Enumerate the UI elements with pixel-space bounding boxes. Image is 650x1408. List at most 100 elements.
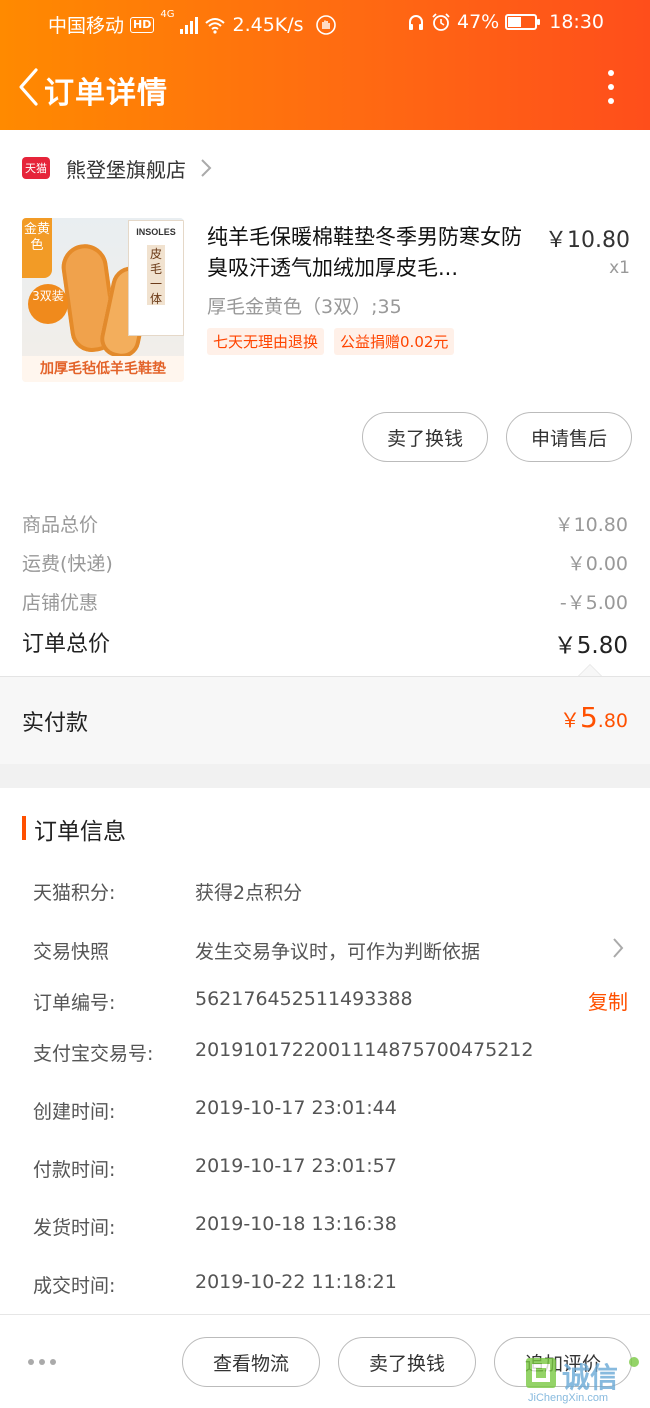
discount-label: 店铺优惠: [22, 592, 99, 614]
service-tags: 七天无理由退换 公益捐赠0.02元: [207, 328, 455, 355]
page-title: 订单详情: [44, 76, 168, 111]
info-value: 2019-10-17 23:01:57: [195, 1155, 397, 1177]
chevron-left-icon: [19, 68, 38, 106]
info-label: 成交时间:: [33, 1275, 116, 1297]
more-horizontal-icon: [28, 1359, 34, 1365]
order-total-line: 订单总价 ￥5.80: [0, 622, 650, 662]
section-divider: [0, 764, 650, 788]
battery-fill: [508, 17, 522, 27]
info-value: 2019-10-17 23:01:44: [195, 1097, 397, 1119]
alipay-number: 2019101722001114875700475212: [195, 1039, 534, 1061]
service-tag: 七天无理由退换: [207, 328, 325, 355]
signal-icon: [180, 16, 199, 34]
order-info-header: 订单信息: [0, 806, 650, 850]
image-caption: 加厚毛毡低羊毛鞋垫: [22, 356, 184, 382]
product-quantity: x1: [609, 258, 630, 278]
completed-time-row: 成交时间: 2019-10-22 11:18:21: [0, 1263, 650, 1303]
item-actions: 卖了换钱 申请售后: [361, 412, 632, 462]
discount-line: 店铺优惠 -￥5.00: [0, 582, 650, 621]
snapshot-row[interactable]: 交易快照 发生交易争议时，可作为判断依据: [0, 929, 650, 969]
copy-button[interactable]: 复制: [588, 986, 628, 1015]
info-label: 订单编号:: [33, 992, 116, 1014]
section-accent-bar: [22, 816, 26, 840]
subtotal-value: ￥10.80: [554, 514, 628, 536]
shipped-time-row: 发货时间: 2019-10-18 13:16:38: [0, 1205, 650, 1245]
image-color-badge: 金黄色: [22, 218, 52, 278]
top-bar: 中国移动 HD 4G 2.45K/s 47% 18:30 订单详情: [0, 0, 650, 130]
battery-percent: 47%: [457, 11, 500, 33]
bottom-actions: 查看物流 卖了换钱 追加评价: [182, 1337, 632, 1387]
hd-badge: HD: [130, 16, 155, 33]
carrier-label: 中国移动: [48, 15, 125, 37]
battery-icon: [505, 14, 541, 30]
image-box-text: 皮毛一体: [147, 245, 165, 306]
network-label: 4G: [160, 9, 175, 20]
paid-value: ￥5.80: [560, 701, 628, 734]
view-logistics-button[interactable]: 查看物流: [182, 1337, 320, 1387]
wifi-icon: [205, 17, 226, 34]
more-vertical-icon: [608, 70, 614, 76]
info-value: 获得2点积分: [195, 882, 303, 904]
more-dot: [50, 1359, 56, 1365]
alipay-row: 支付宝交易号: 2019101722001114875700475212: [0, 1031, 650, 1071]
info-label: 发货时间:: [33, 1217, 116, 1239]
sell-button[interactable]: 卖了换钱: [361, 412, 488, 462]
paid-amount-box: 实付款 ￥5.80: [0, 676, 650, 764]
bottom-action-bar: 查看物流 卖了换钱 追加评价: [0, 1314, 650, 1408]
info-label: 天猫积分:: [33, 882, 116, 904]
created-time-row: 创建时间: 2019-10-17 23:01:44: [0, 1089, 650, 1129]
product-title[interactable]: 纯羊毛保暖棉鞋垫冬季男防寒女防臭吸汗透气加绒加厚皮毛...: [207, 222, 537, 284]
more-actions-button[interactable]: [28, 1359, 56, 1365]
back-button[interactable]: [8, 64, 48, 110]
info-value: 发生交易争议时，可作为判断依据: [195, 941, 481, 963]
caret-pointer: [578, 664, 602, 676]
order-info-title: 订单信息: [34, 819, 126, 845]
info-label: 付款时间:: [33, 1159, 116, 1181]
order-total-label: 订单总价: [22, 632, 111, 657]
product-image[interactable]: INSOLES 皮毛一体 金黄色 3双装 加厚毛毡低羊毛鞋垫: [22, 218, 184, 382]
paid-label: 实付款: [22, 711, 89, 736]
paid-integer: 5: [579, 701, 598, 734]
paid-currency: ￥: [559, 708, 580, 732]
product-item[interactable]: INSOLES 皮毛一体 金黄色 3双装 加厚毛毡低羊毛鞋垫 纯羊毛保暖棉鞋垫冬…: [0, 212, 650, 384]
chevron-right-icon: [613, 938, 624, 958]
title-bar: 订单详情: [0, 44, 650, 130]
info-label: 支付宝交易号:: [33, 1043, 154, 1065]
shop-row[interactable]: 天猫 熊登堡旗舰店: [0, 140, 650, 196]
status-left: 中国移动 HD 4G 2.45K/s: [48, 9, 336, 38]
sell-button-bottom[interactable]: 卖了换钱: [338, 1337, 476, 1387]
chevron-right-icon: [201, 159, 212, 177]
after-sale-button[interactable]: 申请售后: [505, 412, 632, 462]
product-price: ￥10.80: [545, 228, 630, 253]
info-value: 2019-10-18 13:16:38: [195, 1213, 397, 1235]
more-dot: [39, 1359, 45, 1365]
status-right: 47% 18:30: [407, 11, 604, 33]
alarm-icon: [432, 13, 450, 31]
order-number-row: 订单编号: 562176452511493388 复制: [0, 980, 650, 1020]
discount-value: -￥5.00: [559, 592, 628, 614]
info-label: 交易快照: [33, 941, 110, 963]
info-label: 创建时间:: [33, 1101, 116, 1123]
subtotal-line: 商品总价 ￥10.80: [0, 504, 650, 543]
product-sku: 厚毛金黄色（3双）;35: [207, 296, 402, 318]
network-speed: 2.45K/s: [232, 13, 304, 36]
shipping-line: 运费(快递) ￥0.00: [0, 543, 650, 582]
product-box: INSOLES 皮毛一体: [128, 220, 184, 336]
subtotal-label: 商品总价: [22, 514, 99, 536]
shop-name: 熊登堡旗舰店: [66, 157, 186, 182]
status-bar: 中国移动 HD 4G 2.45K/s 47% 18:30: [0, 0, 650, 44]
more-menu-button[interactable]: [598, 66, 624, 108]
order-number: 562176452511493388: [195, 988, 413, 1010]
hand-icon: [315, 14, 336, 35]
charity-tag: 公益捐赠0.02元: [334, 328, 455, 355]
paid-time-row: 付款时间: 2019-10-17 23:01:57: [0, 1147, 650, 1187]
add-review-button[interactable]: 追加评价: [494, 1337, 632, 1387]
more-dot: [608, 98, 614, 104]
paid-decimal: .80: [597, 710, 628, 732]
price-summary: 商品总价 ￥10.80 运费(快递) ￥0.00 店铺优惠 -￥5.00: [0, 504, 650, 621]
headphones-icon: [409, 15, 423, 30]
image-brand: INSOLES: [136, 227, 176, 237]
more-dot: [608, 84, 614, 90]
tmall-icon: 天猫: [22, 157, 50, 179]
shipping-label: 运费(快递): [22, 553, 113, 575]
